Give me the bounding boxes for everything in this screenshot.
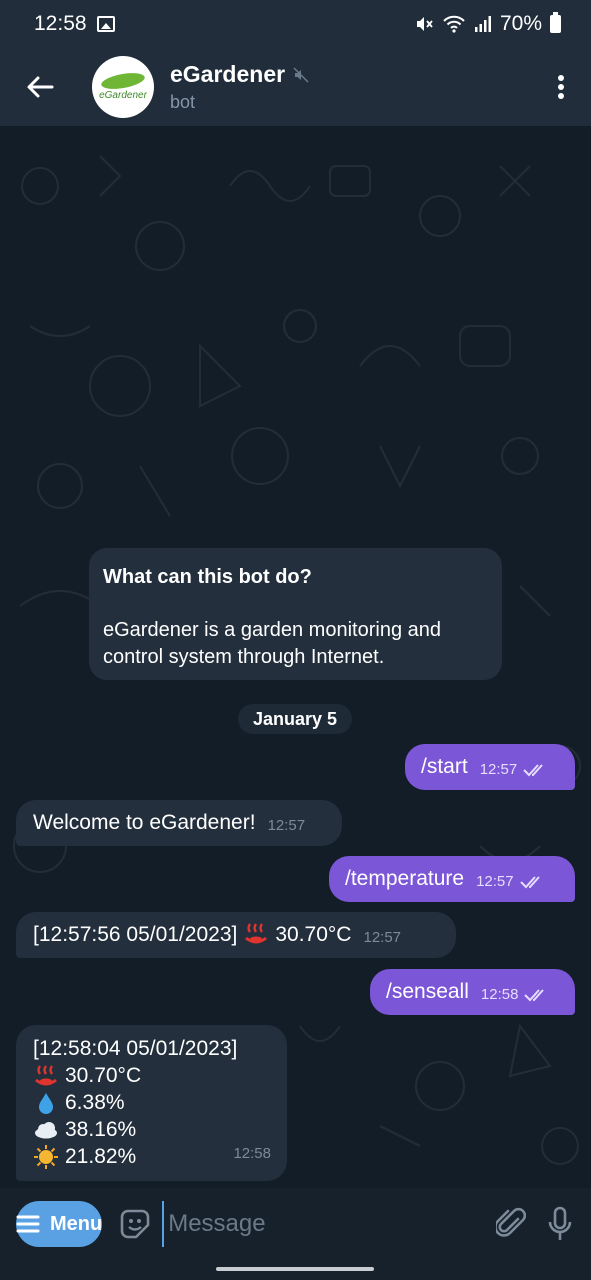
message-time: 12:57 [363, 929, 402, 946]
signal-icon [474, 16, 491, 32]
battery-icon [550, 12, 561, 33]
chat-title: eGardener [170, 61, 286, 87]
cloud-icon [35, 1121, 57, 1138]
date-separator-label: January 5 [252, 708, 338, 729]
paperclip-icon [496, 1207, 527, 1237]
message-bubble-incoming[interactable]: [12:57:56 05/01/2023] 30.70°C 12:57 [16, 912, 456, 958]
hot-springs-icon [245, 923, 268, 944]
message-bubble-outgoing[interactable]: /temperature 12:57 [329, 856, 575, 902]
reading-row: 30.70°C [33, 1062, 141, 1089]
reading-header: [12:58:04 05/01/2023] [33, 1037, 238, 1060]
message-input[interactable] [162, 1201, 479, 1247]
double-check-icon [523, 763, 543, 776]
message-bubble-outgoing[interactable]: /senseall 12:58 [370, 969, 575, 1015]
menu-button-label: Menu [50, 1212, 103, 1235]
reading-row: 6.38% [33, 1089, 125, 1116]
avatar-logo-text: eGardener [99, 89, 147, 101]
attach-button[interactable] [496, 1200, 527, 1248]
double-check-icon [524, 988, 545, 1001]
message-input-bar: Menu [0, 1188, 591, 1260]
chat-header: eGardener eGardener bot [0, 48, 591, 126]
back-arrow-icon [27, 76, 54, 98]
microphone-icon [548, 1206, 572, 1240]
back-button[interactable] [0, 48, 80, 126]
message-text: /senseall [386, 980, 469, 1003]
more-options-button[interactable] [531, 48, 591, 126]
droplet-icon [39, 1092, 53, 1114]
message-bubble-outgoing[interactable]: /start 12:57 [405, 744, 575, 790]
more-vert-icon [558, 75, 564, 99]
system-navigation-bar [0, 1260, 591, 1280]
reading-row: 38.16% [33, 1116, 136, 1143]
avatar[interactable]: eGardener [92, 56, 154, 118]
home-indicator[interactable] [216, 1267, 374, 1271]
message-bubble-incoming[interactable]: Welcome to eGardener! 12:57 [16, 800, 342, 846]
sticker-button[interactable] [118, 1204, 152, 1244]
menu-button[interactable]: Menu [16, 1201, 103, 1247]
hot-springs-icon [35, 1064, 57, 1085]
message-time: 12:57 [267, 817, 306, 834]
chat-subtitle: bot [170, 92, 196, 112]
reading-value: 6.38% [65, 1091, 125, 1114]
message-time: 12:58 [233, 1145, 271, 1162]
message-time: 12:57 [476, 873, 514, 890]
hamburger-icon [16, 1215, 40, 1233]
battery-level: 70% [499, 12, 542, 35]
bot-info-title: What can this bot do? [103, 566, 312, 588]
sticker-icon [120, 1209, 150, 1239]
date-separator: January 5 [238, 704, 352, 734]
reading-row: 21.82% [33, 1143, 136, 1170]
message-text: Welcome to eGardener! [33, 811, 256, 834]
status-bar: 12:58 70% [0, 0, 591, 48]
message-text: /start [421, 755, 468, 778]
chat-title-area[interactable]: eGardener bot [170, 61, 531, 113]
message-time: 12:57 [479, 761, 518, 778]
wifi-icon [443, 15, 465, 33]
leaf-logo-icon [100, 69, 146, 92]
temperature-value: 30.70°C [275, 923, 352, 946]
image-icon [96, 16, 115, 32]
double-check-icon [519, 875, 540, 888]
status-time: 12:58 [34, 12, 87, 35]
message-time: 12:58 [480, 986, 519, 1003]
bot-info-text: eGardener is a garden monitoring and con… [103, 619, 441, 668]
message-bubble-incoming[interactable]: [12:58:04 05/01/2023] 30.70°C 6.38% 38.1… [16, 1025, 287, 1181]
message-text: /temperature [345, 867, 465, 890]
reading-value: 30.70°C [65, 1064, 142, 1087]
voice-message-button[interactable] [545, 1200, 575, 1248]
reading-value: 21.82% [65, 1145, 137, 1168]
sun-icon [34, 1144, 58, 1169]
mute-icon [416, 17, 433, 31]
reading-value: 38.16% [65, 1118, 137, 1141]
chat-area[interactable]: What can this bot do? eGardener is a gar… [0, 126, 591, 1188]
bot-info-card: What can this bot do? eGardener is a gar… [89, 548, 502, 680]
muted-speaker-icon [293, 66, 309, 83]
message-text: [12:57:56 05/01/2023] [33, 923, 238, 946]
